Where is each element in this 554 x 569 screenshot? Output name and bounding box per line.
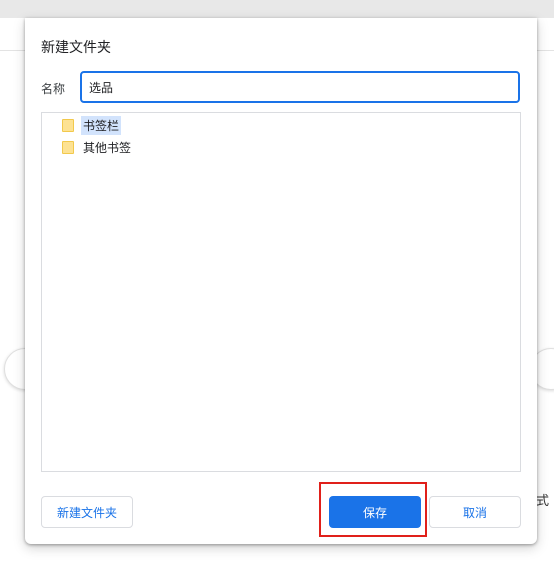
dialog-title: 新建文件夹	[41, 40, 111, 56]
tree-item-label: 书签栏	[81, 115, 122, 135]
name-label: 名称	[41, 82, 66, 96]
folder-icon	[62, 140, 74, 154]
folder-icon	[62, 118, 74, 132]
save-button[interactable]: 保存	[329, 496, 421, 528]
new-folder-button[interactable]: 新建文件夹	[41, 496, 133, 528]
page: 式 新建文件夹 名称 书签栏 其他书签 新建文件夹 保存 取消	[0, 0, 554, 569]
tree-item-label: 其他书签	[83, 140, 132, 155]
bookmark-folder-tree[interactable]: 书签栏 其他书签	[41, 112, 521, 472]
background-browser-bar	[0, 0, 554, 18]
folder-name-input[interactable]	[80, 71, 520, 103]
new-folder-dialog: 新建文件夹 名称 书签栏 其他书签 新建文件夹 保存 取消	[25, 18, 537, 544]
tree-item-bookmarks-bar[interactable]: 书签栏	[62, 115, 122, 135]
cancel-button[interactable]: 取消	[429, 496, 521, 528]
background-text: 式	[536, 494, 550, 509]
tree-item-other-bookmarks[interactable]: 其他书签	[62, 138, 133, 156]
